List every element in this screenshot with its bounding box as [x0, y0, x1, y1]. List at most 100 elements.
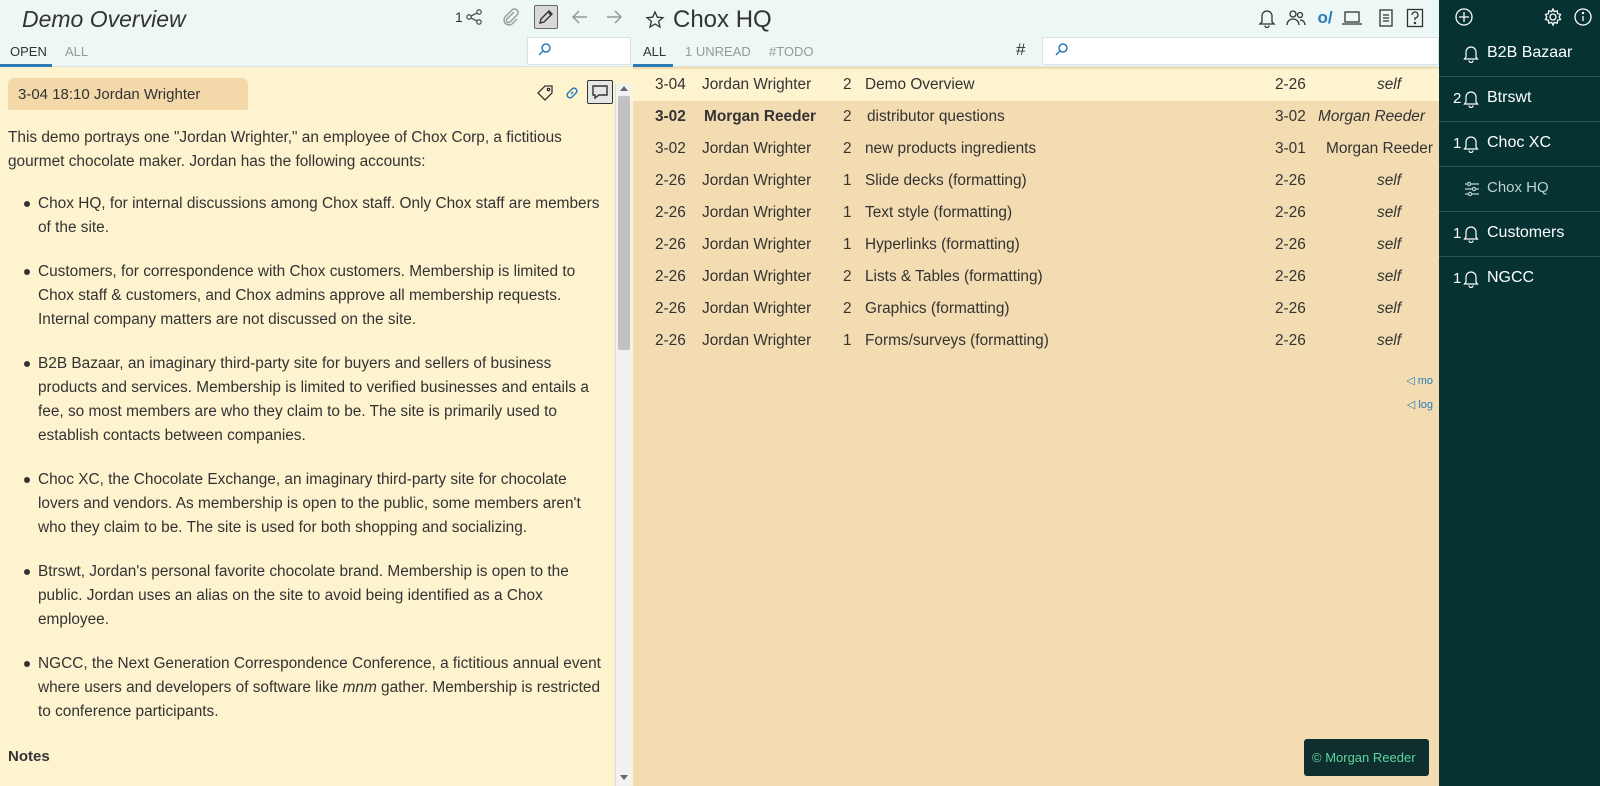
- list-item: Chox HQ, for internal discussions among …: [8, 192, 606, 240]
- more-link[interactable]: ◁ mo: [1406, 374, 1433, 387]
- message-scrollbar[interactable]: [615, 84, 631, 786]
- row-count: 2: [843, 76, 852, 93]
- unread-count: 1: [1453, 225, 1462, 242]
- table-row[interactable]: 3-02 Jordan Wrighter 2 new products ingr…: [633, 133, 1439, 165]
- sidebar-item-label: Choc XC: [1487, 134, 1552, 151]
- row-author: Jordan Wrighter: [702, 268, 812, 285]
- row-date: 3-02: [655, 108, 686, 125]
- unread-count: 2: [1453, 90, 1462, 107]
- topic-table: 3-04 Jordan Wrighter 2 Demo Overview 2-2…: [633, 69, 1439, 357]
- document-icon[interactable]: [1374, 6, 1398, 30]
- link-icon[interactable]: [561, 82, 583, 104]
- row-last-date: 2-26: [1275, 268, 1306, 285]
- row-author: Morgan Reeder: [704, 108, 817, 125]
- table-row[interactable]: 3-02 Morgan Reeder 2 distributor questio…: [633, 101, 1439, 133]
- tag-icon[interactable]: [534, 82, 556, 104]
- row-author: Jordan Wrighter: [702, 172, 812, 189]
- unread-count: 1: [1453, 135, 1462, 152]
- scroll-thumb[interactable]: [618, 96, 630, 350]
- table-row[interactable]: 2-26 Jordan Wrighter 1 Forms/surveys (fo…: [633, 325, 1439, 357]
- tab-unread[interactable]: 1 UNREAD: [685, 44, 751, 59]
- share-icon[interactable]: [462, 5, 486, 29]
- row-count: 2: [843, 108, 852, 125]
- accounts-list: Chox HQ, for internal discussions among …: [8, 192, 606, 724]
- row-last-date: 2-26: [1275, 172, 1306, 189]
- row-count: 1: [843, 236, 852, 253]
- tab-open[interactable]: OPEN: [10, 44, 47, 59]
- table-row[interactable]: 2-26 Jordan Wrighter 1 Hyperlinks (forma…: [633, 229, 1439, 261]
- log-link[interactable]: ◁ log: [1407, 398, 1433, 411]
- people-icon[interactable]: [1284, 6, 1308, 30]
- forward-arrow-icon[interactable]: [602, 5, 626, 29]
- sidebar-item-customers[interactable]: 1 Customers: [1439, 212, 1600, 257]
- sidebar-item-label: Customers: [1487, 224, 1565, 241]
- row-last-date: 3-02: [1275, 108, 1306, 125]
- sidebar-item-ngcc[interactable]: 1 NGCC: [1439, 257, 1600, 302]
- table-row[interactable]: 2-26 Jordan Wrighter 1 Slide decks (form…: [633, 165, 1439, 197]
- sidebar-item-label: NGCC: [1487, 269, 1535, 286]
- scroll-down-arrow[interactable]: [620, 775, 628, 780]
- hashtag-filter[interactable]: #: [1016, 40, 1025, 60]
- info-icon[interactable]: [1572, 6, 1594, 28]
- list-item: Customers, for correspondence with Chox …: [8, 260, 606, 332]
- message-header[interactable]: 3-04 18:10 Jordan Wrighter: [8, 78, 248, 110]
- row-last-by: self: [1377, 204, 1401, 221]
- attach-icon[interactable]: [499, 5, 523, 29]
- o-slash-button[interactable]: o/: [1313, 6, 1337, 30]
- table-row[interactable]: 2-26 Jordan Wrighter 1 Text style (forma…: [633, 197, 1439, 229]
- message-body: This demo portrays one "Jordan Wrighter,…: [8, 126, 606, 744]
- edit-icon[interactable]: [534, 5, 558, 29]
- bell-icon: [1463, 270, 1479, 288]
- star-icon[interactable]: [645, 10, 665, 30]
- sites-sidebar: B2B Bazaar 2 Btrswt 1 Choc XC Chox HQ 1 …: [1439, 0, 1600, 786]
- bell-icon[interactable]: [1255, 6, 1279, 30]
- row-last-by: Morgan Reeder: [1318, 108, 1425, 125]
- topic-title: Demo Overview: [22, 6, 186, 32]
- active-tab-indicator: [0, 64, 52, 67]
- user-toast[interactable]: © Morgan Reeder: [1304, 739, 1429, 776]
- help-icon[interactable]: [1403, 6, 1427, 30]
- list-item: B2B Bazaar, an imaginary third-party sit…: [8, 352, 606, 448]
- topic-list-header: Chox HQ o/ ALL 1 UNREAD #TODO #: [633, 0, 1439, 67]
- sidebar-item-chox-hq[interactable]: Chox HQ: [1439, 167, 1600, 212]
- row-author: Jordan Wrighter: [702, 236, 812, 253]
- row-last-date: 2-26: [1275, 332, 1306, 349]
- sidebar-item-b2b-bazaar[interactable]: B2B Bazaar: [1439, 32, 1600, 77]
- table-row[interactable]: 3-04 Jordan Wrighter 2 Demo Overview 2-2…: [633, 69, 1439, 101]
- bell-icon: [1463, 90, 1479, 108]
- row-count: 1: [843, 332, 852, 349]
- table-row[interactable]: 2-26 Jordan Wrighter 2 Graphics (formatt…: [633, 293, 1439, 325]
- row-date: 2-26: [655, 300, 686, 317]
- sidebar-item-choc-xc[interactable]: 1 Choc XC: [1439, 122, 1600, 167]
- reply-icon[interactable]: [587, 80, 613, 104]
- bell-icon: [1463, 135, 1479, 153]
- row-count: 2: [843, 268, 852, 285]
- sidebar-item-btrswt[interactable]: 2 Btrswt: [1439, 77, 1600, 122]
- message-intro: This demo portrays one "Jordan Wrighter,…: [8, 129, 562, 170]
- table-row[interactable]: 2-26 Jordan Wrighter 2 Lists & Tables (f…: [633, 261, 1439, 293]
- row-subject: Slide decks (formatting): [865, 172, 1027, 189]
- row-last-by: Morgan Reeder: [1326, 140, 1433, 157]
- row-last-by: self: [1377, 268, 1401, 285]
- unread-count: 1: [1453, 270, 1462, 287]
- row-subject: Text style (formatting): [865, 204, 1013, 221]
- plus-circle-icon[interactable]: [1453, 6, 1475, 28]
- sidebar-item-label: Chox HQ: [1487, 179, 1549, 196]
- row-date: 2-26: [655, 268, 686, 285]
- message-search-input[interactable]: [527, 37, 631, 65]
- row-subject: new products ingredients: [865, 140, 1037, 157]
- topic-search-input[interactable]: [1042, 37, 1439, 65]
- gear-icon[interactable]: [1542, 6, 1564, 28]
- scroll-up-arrow[interactable]: [620, 86, 628, 91]
- row-subject: Graphics (formatting): [865, 300, 1010, 317]
- list-item: NGCC, the Next Generation Correspondence…: [8, 652, 606, 724]
- o-slash-label: o/: [1317, 8, 1333, 27]
- row-date: 3-02: [655, 140, 686, 157]
- sidebar-item-label: Btrswt: [1487, 89, 1532, 106]
- laptop-icon[interactable]: [1340, 6, 1364, 30]
- tab-all-topics[interactable]: ALL: [643, 44, 666, 59]
- tab-todo[interactable]: #TODO: [769, 44, 814, 59]
- tab-all[interactable]: ALL: [65, 44, 88, 59]
- back-arrow-icon[interactable]: [568, 5, 592, 29]
- bell-icon: [1463, 225, 1479, 243]
